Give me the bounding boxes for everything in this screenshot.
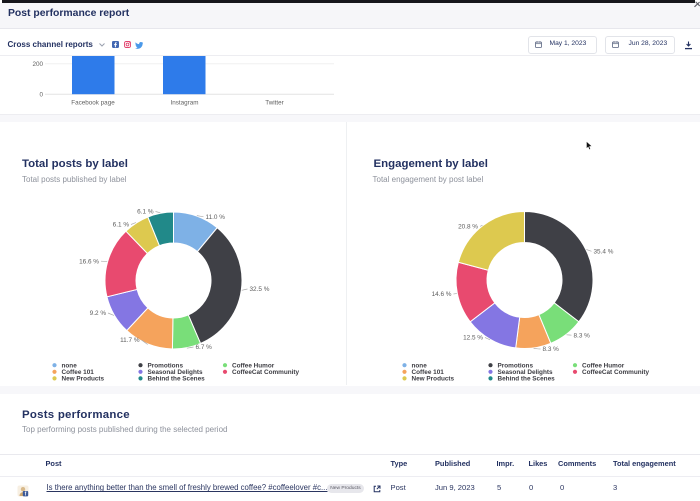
svg-text:6.1 %: 6.1 % — [113, 222, 130, 229]
svg-text:CoffeeCat Community: CoffeeCat Community — [582, 369, 650, 376]
svg-text:32.5 %: 32.5 % — [250, 286, 270, 293]
svg-text:CoffeeCat Community: CoffeeCat Community — [232, 369, 300, 376]
svg-text:6.7 %: 6.7 % — [196, 344, 213, 351]
svg-text:9.2 %: 9.2 % — [90, 310, 107, 317]
svg-text:14.6 %: 14.6 % — [432, 291, 452, 298]
svg-text:New Products: New Products — [412, 376, 455, 383]
svg-text:8.3 %: 8.3 % — [574, 332, 591, 339]
svg-text:35.4 %: 35.4 % — [594, 249, 614, 256]
svg-text:20.8 %: 20.8 % — [458, 224, 478, 231]
svg-text:Behind the Scenes: Behind the Scenes — [148, 376, 206, 383]
svg-text:12.5 %: 12.5 % — [463, 335, 483, 342]
svg-text:16.6 %: 16.6 % — [79, 258, 99, 265]
svg-text:11.0 %: 11.0 % — [206, 214, 226, 221]
svg-text:8.3 %: 8.3 % — [543, 346, 560, 353]
svg-text:Behind the Scenes: Behind the Scenes — [498, 376, 556, 383]
svg-text:New Products: New Products — [62, 376, 105, 383]
svg-text:6.1 %: 6.1 % — [137, 209, 154, 216]
svg-text:11.7 %: 11.7 % — [120, 337, 140, 344]
